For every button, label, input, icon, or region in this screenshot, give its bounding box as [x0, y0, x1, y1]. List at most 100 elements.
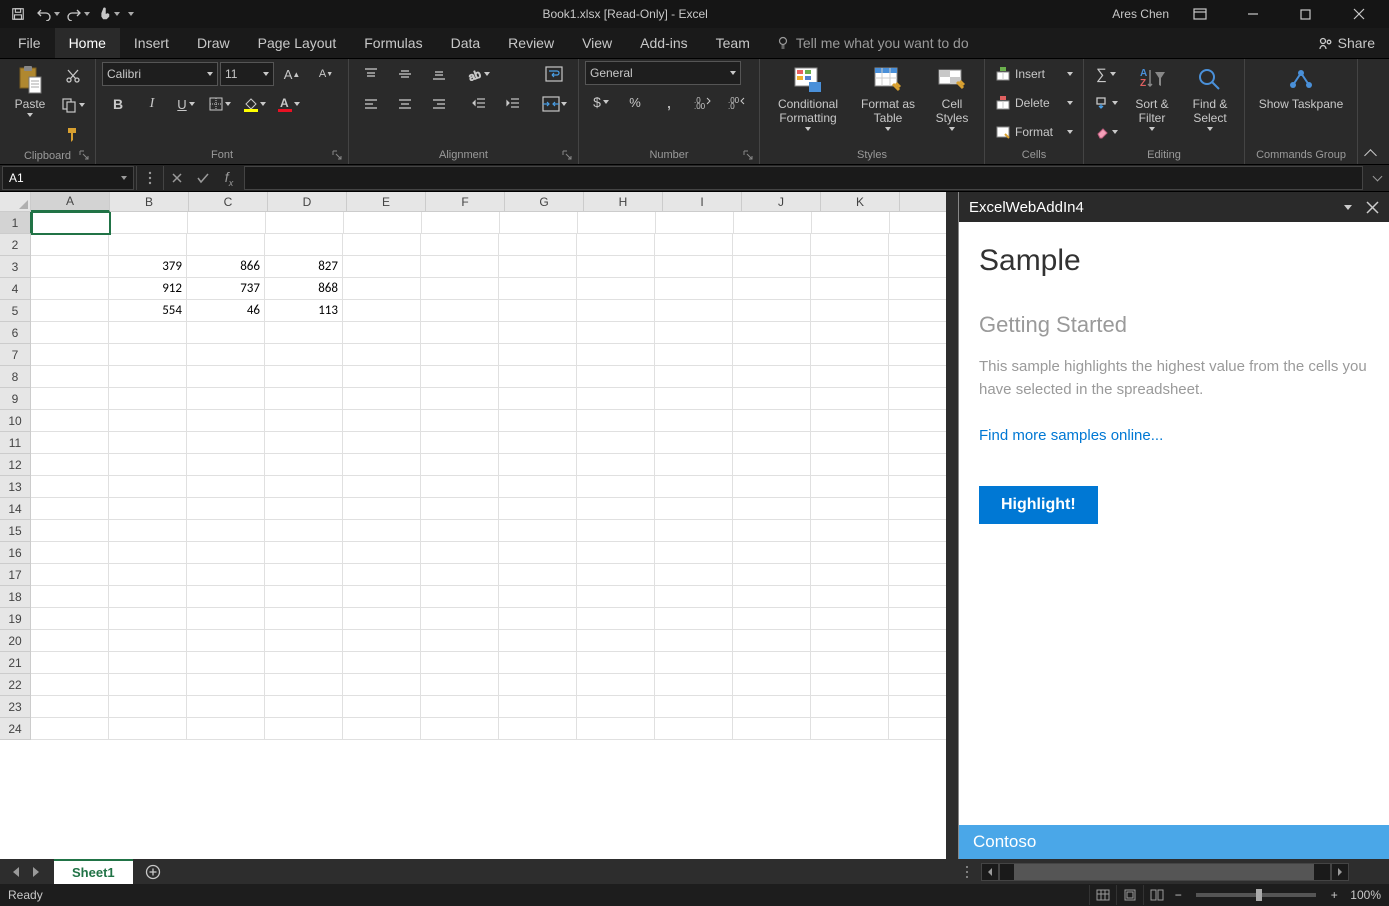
cell-B18[interactable]	[109, 586, 187, 608]
cell-E16[interactable]	[343, 542, 421, 564]
cell-J8[interactable]	[733, 366, 811, 388]
cell-I1[interactable]	[656, 212, 734, 234]
cell-F7[interactable]	[421, 344, 499, 366]
cell-A14[interactable]	[31, 498, 109, 520]
cell-H14[interactable]	[577, 498, 655, 520]
close-icon[interactable]	[1336, 0, 1381, 28]
cell-A24[interactable]	[31, 718, 109, 740]
cell-I22[interactable]	[655, 674, 733, 696]
font-size-combo[interactable]: 11	[220, 62, 274, 86]
cell-H1[interactable]	[578, 212, 656, 234]
cell-H16[interactable]	[577, 542, 655, 564]
row-header-6[interactable]: 6	[0, 322, 31, 344]
scrollbar-thumb[interactable]	[1014, 864, 1314, 880]
cell-G22[interactable]	[499, 674, 577, 696]
cell-A8[interactable]	[31, 366, 109, 388]
cell-J4[interactable]	[733, 278, 811, 300]
cell-A15[interactable]	[31, 520, 109, 542]
cell-A18[interactable]	[31, 586, 109, 608]
cell-B22[interactable]	[109, 674, 187, 696]
column-header-D[interactable]: D	[268, 192, 347, 212]
grid-body[interactable]: 1233798668274912737868555446113678910111…	[0, 212, 946, 859]
cell-K16[interactable]	[811, 542, 889, 564]
new-sheet-button[interactable]	[141, 860, 165, 884]
tab-split-handle[interactable]	[965, 865, 969, 879]
cell-E23[interactable]	[343, 696, 421, 718]
cell-J12[interactable]	[733, 454, 811, 476]
cell-C4[interactable]: 737	[187, 278, 265, 300]
fill-color-button[interactable]	[238, 91, 270, 117]
cell-E4[interactable]	[343, 278, 421, 300]
row-header-22[interactable]: 22	[0, 674, 31, 696]
cell-I20[interactable]	[655, 630, 733, 652]
cell-H23[interactable]	[577, 696, 655, 718]
page-break-view-button[interactable]	[1143, 885, 1170, 905]
tab-formulas[interactable]: Formulas	[350, 28, 436, 58]
cell-D9[interactable]	[265, 388, 343, 410]
scroll-right-button[interactable]	[1331, 863, 1349, 881]
align-middle-button[interactable]	[389, 61, 421, 87]
cell-G8[interactable]	[499, 366, 577, 388]
cell-J16[interactable]	[733, 542, 811, 564]
cell-D13[interactable]	[265, 476, 343, 498]
row-header-1[interactable]: 1	[0, 212, 32, 234]
accounting-format-button[interactable]: $	[585, 89, 617, 115]
cell-K6[interactable]	[811, 322, 889, 344]
cell-I3[interactable]	[655, 256, 733, 278]
cell-F16[interactable]	[421, 542, 499, 564]
decrease-decimal-button[interactable]: .00.0	[721, 89, 753, 115]
cell-E2[interactable]	[343, 234, 421, 256]
row-header-19[interactable]: 19	[0, 608, 31, 630]
cell-I7[interactable]	[655, 344, 733, 366]
column-header-J[interactable]: J	[742, 192, 821, 212]
cell-F8[interactable]	[421, 366, 499, 388]
cell-D11[interactable]	[265, 432, 343, 454]
cell-J5[interactable]	[733, 300, 811, 322]
cell-G21[interactable]	[499, 652, 577, 674]
cell-K23[interactable]	[811, 696, 889, 718]
cell-H6[interactable]	[577, 322, 655, 344]
cell-B2[interactable]	[109, 234, 187, 256]
zoom-out-button[interactable]: −	[1170, 888, 1186, 902]
cell-D15[interactable]	[265, 520, 343, 542]
cell-A21[interactable]	[31, 652, 109, 674]
cell-D8[interactable]	[265, 366, 343, 388]
bold-button[interactable]: B	[102, 91, 134, 117]
cell-A19[interactable]	[31, 608, 109, 630]
cell-E5[interactable]	[343, 300, 421, 322]
cell-E20[interactable]	[343, 630, 421, 652]
sort-filter-button[interactable]: AZ Sort & Filter	[1125, 61, 1179, 131]
conditional-formatting-button[interactable]: Conditional Formatting	[766, 61, 850, 131]
cell-F20[interactable]	[421, 630, 499, 652]
row-header-18[interactable]: 18	[0, 586, 31, 608]
cell-G10[interactable]	[499, 410, 577, 432]
cell-I6[interactable]	[655, 322, 733, 344]
cell-styles-button[interactable]: Cell Styles	[926, 61, 978, 131]
column-header-G[interactable]: G	[505, 192, 584, 212]
cell-C11[interactable]	[187, 432, 265, 454]
cell-A22[interactable]	[31, 674, 109, 696]
cell-A7[interactable]	[31, 344, 109, 366]
cell-F23[interactable]	[421, 696, 499, 718]
paste-button[interactable]: Paste	[6, 61, 54, 117]
cell-K3[interactable]	[811, 256, 889, 278]
cell-H8[interactable]	[577, 366, 655, 388]
cell-F10[interactable]	[421, 410, 499, 432]
align-left-button[interactable]	[355, 91, 387, 117]
cell-I10[interactable]	[655, 410, 733, 432]
cell-F2[interactable]	[421, 234, 499, 256]
row-header-3[interactable]: 3	[0, 256, 31, 278]
cell-F14[interactable]	[421, 498, 499, 520]
decrease-font-button[interactable]: A▼	[310, 61, 342, 87]
cell-D20[interactable]	[265, 630, 343, 652]
row-header-2[interactable]: 2	[0, 234, 31, 256]
cell-E11[interactable]	[343, 432, 421, 454]
cell-B9[interactable]	[109, 388, 187, 410]
tab-data[interactable]: Data	[437, 28, 495, 58]
cell-G16[interactable]	[499, 542, 577, 564]
row-header-11[interactable]: 11	[0, 432, 31, 454]
tab-draw[interactable]: Draw	[183, 28, 244, 58]
save-icon[interactable]	[4, 2, 32, 26]
cell-G7[interactable]	[499, 344, 577, 366]
cell-H7[interactable]	[577, 344, 655, 366]
